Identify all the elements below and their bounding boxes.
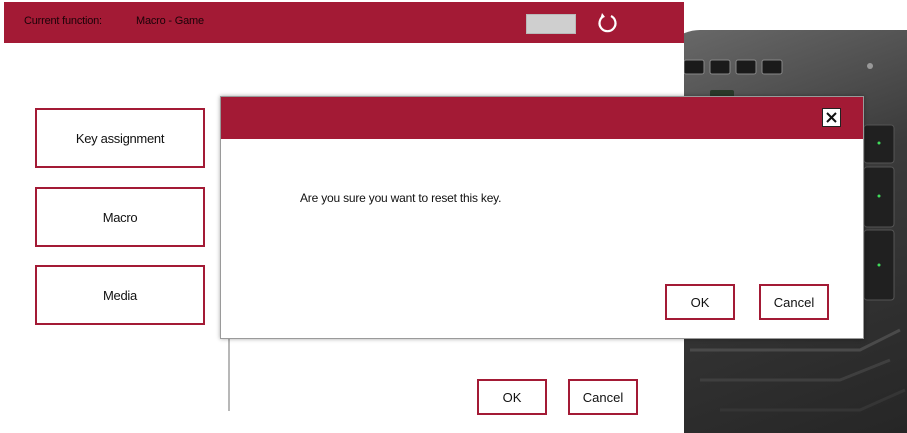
dialog-ok-button[interactable]: OK — [665, 284, 735, 320]
current-function-label: Current function: — [24, 15, 102, 27]
cancel-button[interactable]: Cancel — [568, 379, 638, 415]
ok-label: OK — [502, 389, 522, 405]
ok-button[interactable]: OK — [477, 379, 547, 415]
dialog-cancel-button[interactable]: Cancel — [759, 284, 829, 320]
media-label: Media — [103, 287, 137, 303]
current-function-value: Macro - Game — [136, 15, 204, 27]
dialog-cancel-label: Cancel — [773, 294, 815, 310]
color-swatch-button[interactable] — [526, 14, 576, 34]
key-assignment-button[interactable]: Key assignment — [35, 108, 205, 168]
dialog-close-button[interactable] — [822, 108, 841, 127]
macro-label: Macro — [102, 209, 138, 225]
app-titlebar: Current function: Macro - Game — [4, 2, 684, 43]
dialog-titlebar — [221, 97, 863, 139]
dialog-message: Are you sure you want to reset this key. — [300, 191, 502, 205]
content-divider — [228, 337, 230, 411]
macro-button[interactable]: Macro — [35, 187, 205, 247]
reset-key-dialog: Are you sure you want to reset this key.… — [220, 96, 864, 339]
dialog-ok-label: OK — [690, 294, 710, 310]
media-button[interactable]: Media — [35, 265, 205, 325]
cancel-label: Cancel — [582, 389, 624, 405]
key-assignment-label: Key assignment — [75, 130, 165, 146]
refresh-icon[interactable] — [596, 12, 618, 34]
close-icon — [826, 112, 837, 123]
